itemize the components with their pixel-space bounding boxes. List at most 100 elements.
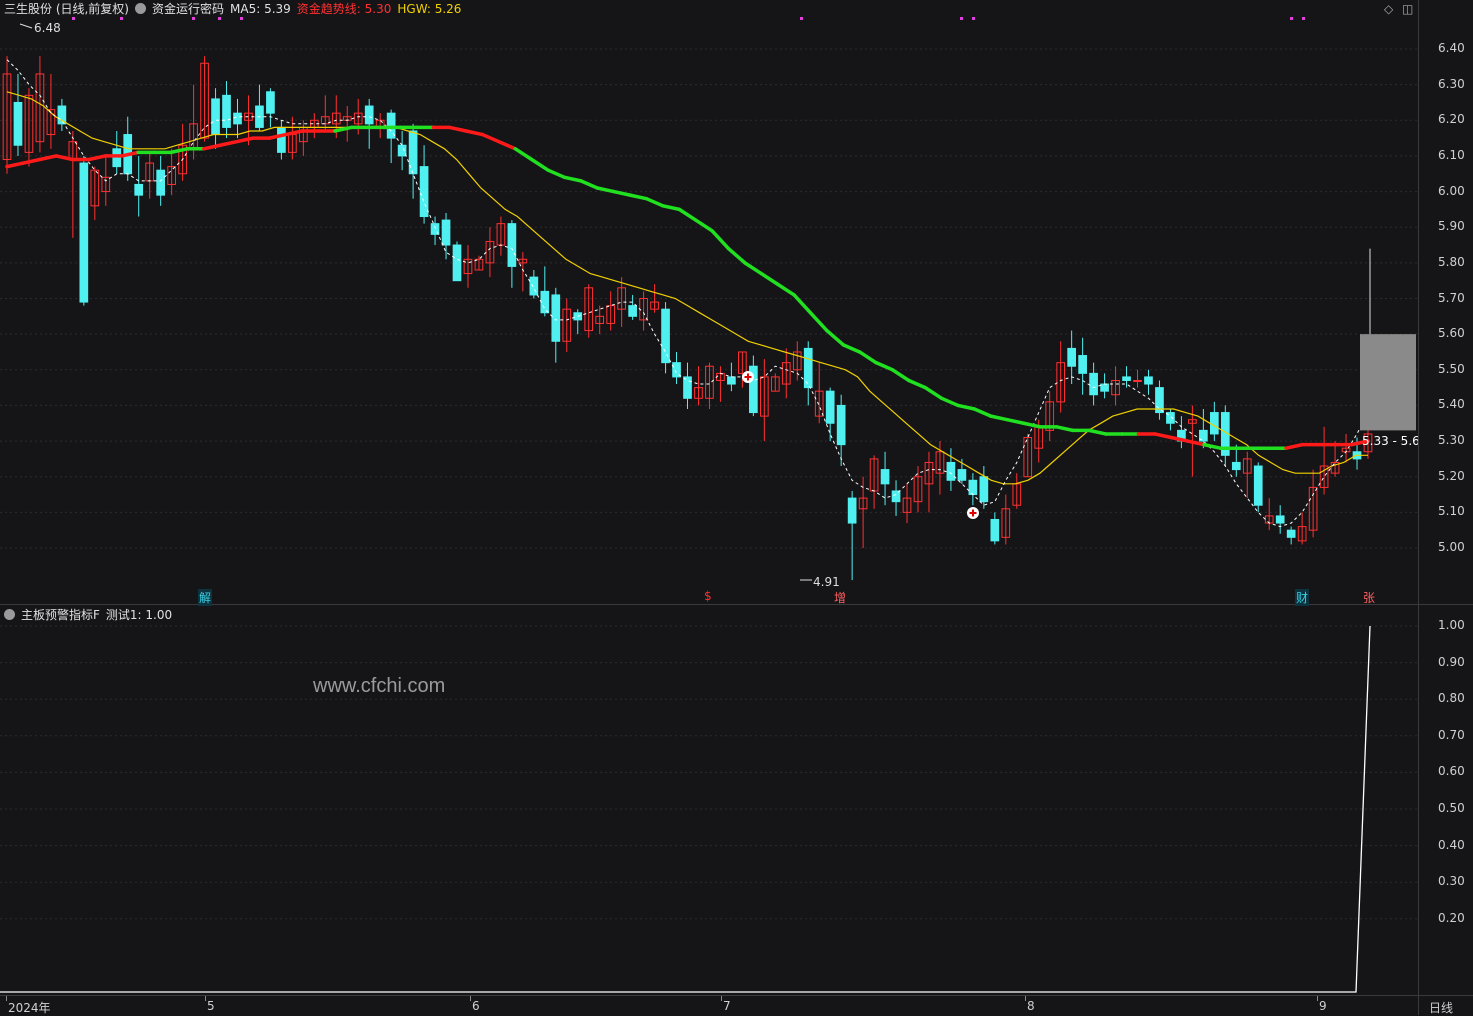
sub-indicator-name[interactable]: 主板预警指标F [21,606,100,623]
price-tick: 5.50 [1438,361,1465,376]
marker-dot [218,17,221,20]
candle-body [233,112,242,125]
candle-body [441,219,451,246]
price-tick: 5.90 [1438,219,1465,234]
trend-line-segment [1153,432,1173,440]
candle-body [1144,376,1153,385]
trend-line-segment [989,414,1010,422]
trend-line-segment [21,157,42,165]
marker-dot [800,17,803,20]
trend-line-segment [234,136,255,144]
trend-line-segment [677,207,698,222]
candle-body [1209,412,1219,435]
candle-body [727,376,736,385]
trend-line-segment [546,168,567,180]
main-chart-pane[interactable]: 6.48 4.91 5.33 - 5.6 [0,0,1418,603]
candle-body [529,276,539,296]
candle-body [419,166,429,218]
candle-body [134,183,144,196]
event-marker[interactable]: 解 [198,589,213,606]
candle-body [946,461,956,481]
hgw-line [6,91,1368,485]
trend-line-segment [1202,442,1223,450]
candle-body [836,404,846,446]
stock-title[interactable]: 三生股份 (日线,前复权) [4,0,129,17]
price-tick: 5.10 [1438,504,1465,519]
time-tick: 9 [1319,999,1327,1013]
sub-indicator-value: 测试1: 1.00 [105,608,173,622]
price-axis-divider [1418,0,1419,1015]
time-tick: 8 [1027,999,1035,1013]
candle-body [1253,465,1263,506]
trend-line-segment [759,271,780,286]
candle-body [452,244,462,282]
time-tickline [1317,996,1318,1001]
marker-dot [960,17,963,20]
candle-body [1133,379,1142,382]
candle-body [628,305,637,317]
sub-axis[interactable]: 1.00 0.90 0.80 0.70 0.60 0.50 0.40 0.30 0.20 [1420,605,1473,995]
price-tick: 6.40 [1438,41,1465,55]
time-tickline [6,996,7,1001]
time-axis[interactable]: 2024年 5 6 7 8 9 [0,996,1418,1015]
sub-settings-icon[interactable] [4,609,15,620]
price-tick: 5.30 [1438,433,1465,448]
event-marker[interactable]: 张 [1362,589,1376,606]
candle-body [156,169,166,196]
trend-line-segment [1054,425,1075,433]
price-chart[interactable]: 6.48 4.91 5.33 - 5.6 [0,0,1418,603]
period-label[interactable]: 日线 [1429,999,1453,1016]
trend-line-segment [513,147,534,162]
marker-dot [1290,17,1293,20]
trend-line-segment [579,179,600,190]
indicator-name[interactable]: 资金运行密码 [152,0,224,17]
candle-body [79,162,89,303]
marker-dot [972,17,975,20]
sub-indicator-pane[interactable] [0,605,1418,995]
marker-dot [120,17,123,20]
trend-line-segment [923,385,944,401]
diamond-icon[interactable]: ◇ [1384,2,1393,16]
event-marker[interactable]: 增 [833,589,847,606]
time-tickline [470,996,471,1001]
sub-tick: 0.20 [1438,910,1465,925]
trend-line-segment [743,261,764,276]
marker-dot [72,17,75,20]
watermark: www.cfchi.com [313,675,446,697]
candle-body [1078,355,1087,374]
price-axis[interactable]: 6.40 6.30 6.20 6.10 6.00 5.90 5.80 5.70 5.60 5.50… [1420,0,1473,603]
trend-line-segment [644,196,665,208]
candle-body [1286,529,1296,538]
candle-body [211,98,220,136]
candle-body [222,94,231,128]
candle-body [990,518,1000,542]
range-label: 5.33 - 5.6 [1362,434,1418,448]
trend-line-segment [972,407,993,418]
candle-body [891,490,901,503]
marker-dot [1302,17,1305,20]
candle-body [968,479,978,496]
trend-line-segment [480,132,501,144]
price-tick: 6.10 [1438,147,1465,162]
candle-body [847,497,857,524]
indicator-chart[interactable] [0,605,1418,995]
main-header: 三生股份 (日线,前复权) 资金运行密码 MA5: 5.39 资金趋势线: 5.… [4,0,461,17]
event-marker[interactable]: 财 [1295,589,1310,606]
candle-body [551,294,561,342]
trend-line-segment [825,328,846,347]
sub-tick: 0.70 [1438,727,1465,742]
trend-line-segment [202,143,222,151]
time-tick: 7 [723,999,731,1013]
candle-body [825,390,835,424]
settings-icon[interactable] [135,3,146,14]
window-toggle-icon[interactable]: ◫ [1402,2,1413,16]
trend-line-segment [1005,417,1026,425]
trend-line-value: 资金趋势线: 5.30 [296,2,392,16]
event-marker[interactable]: $ [703,589,713,603]
trend-line-segment [808,311,829,333]
candle-body [13,101,23,146]
time-tickline [205,996,206,1001]
time-tick: 5 [207,999,215,1013]
low-price-label: 4.91 [813,575,840,589]
price-tick: 6.20 [1438,112,1465,127]
